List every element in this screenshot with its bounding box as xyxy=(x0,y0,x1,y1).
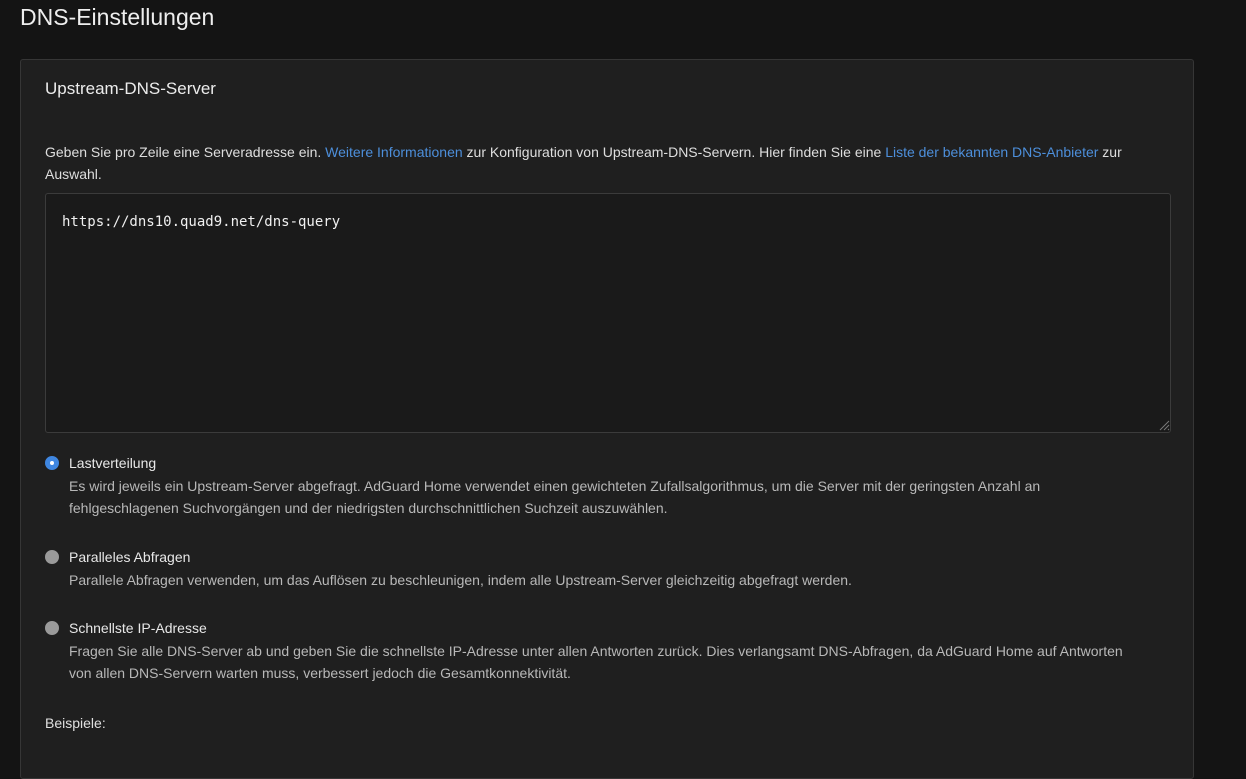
upstream-dns-card: Upstream-DNS-Server Geben Sie pro Zeile … xyxy=(20,59,1194,779)
dns-providers-link[interactable]: Liste der bekannten DNS-Anbieter xyxy=(885,144,1098,160)
description-text-1: Geben Sie pro Zeile eine Serveradresse e… xyxy=(45,144,326,160)
examples-label: Beispiele: xyxy=(45,715,106,731)
radio-button-icon[interactable] xyxy=(45,456,59,470)
radio-label: Lastverteilung xyxy=(69,455,157,471)
radio-button-icon[interactable] xyxy=(45,550,59,564)
upstream-description: Geben Sie pro Zeile eine Serveradresse e… xyxy=(45,141,1165,185)
more-info-link[interactable]: Weitere Informationen xyxy=(325,144,462,160)
page-title: DNS-Einstellungen xyxy=(20,4,215,30)
radio-description: Es wird jeweils ein Upstream-Server abge… xyxy=(69,478,1041,516)
radio-description: Parallele Abfragen verwenden, um das Auf… xyxy=(69,572,852,588)
description-text-2: zur Konfiguration von Upstream-DNS-Serve… xyxy=(462,144,886,160)
radio-label: Paralleles Abfragen xyxy=(69,549,191,565)
card-title: Upstream-DNS-Server xyxy=(45,79,216,98)
radio-description: Fragen Sie alle DNS-Server ab und geben … xyxy=(69,643,1123,681)
upstream-servers-textarea[interactable] xyxy=(45,193,1171,433)
radio-label: Schnellste IP-Adresse xyxy=(69,620,207,636)
radio-button-icon[interactable] xyxy=(45,621,59,635)
